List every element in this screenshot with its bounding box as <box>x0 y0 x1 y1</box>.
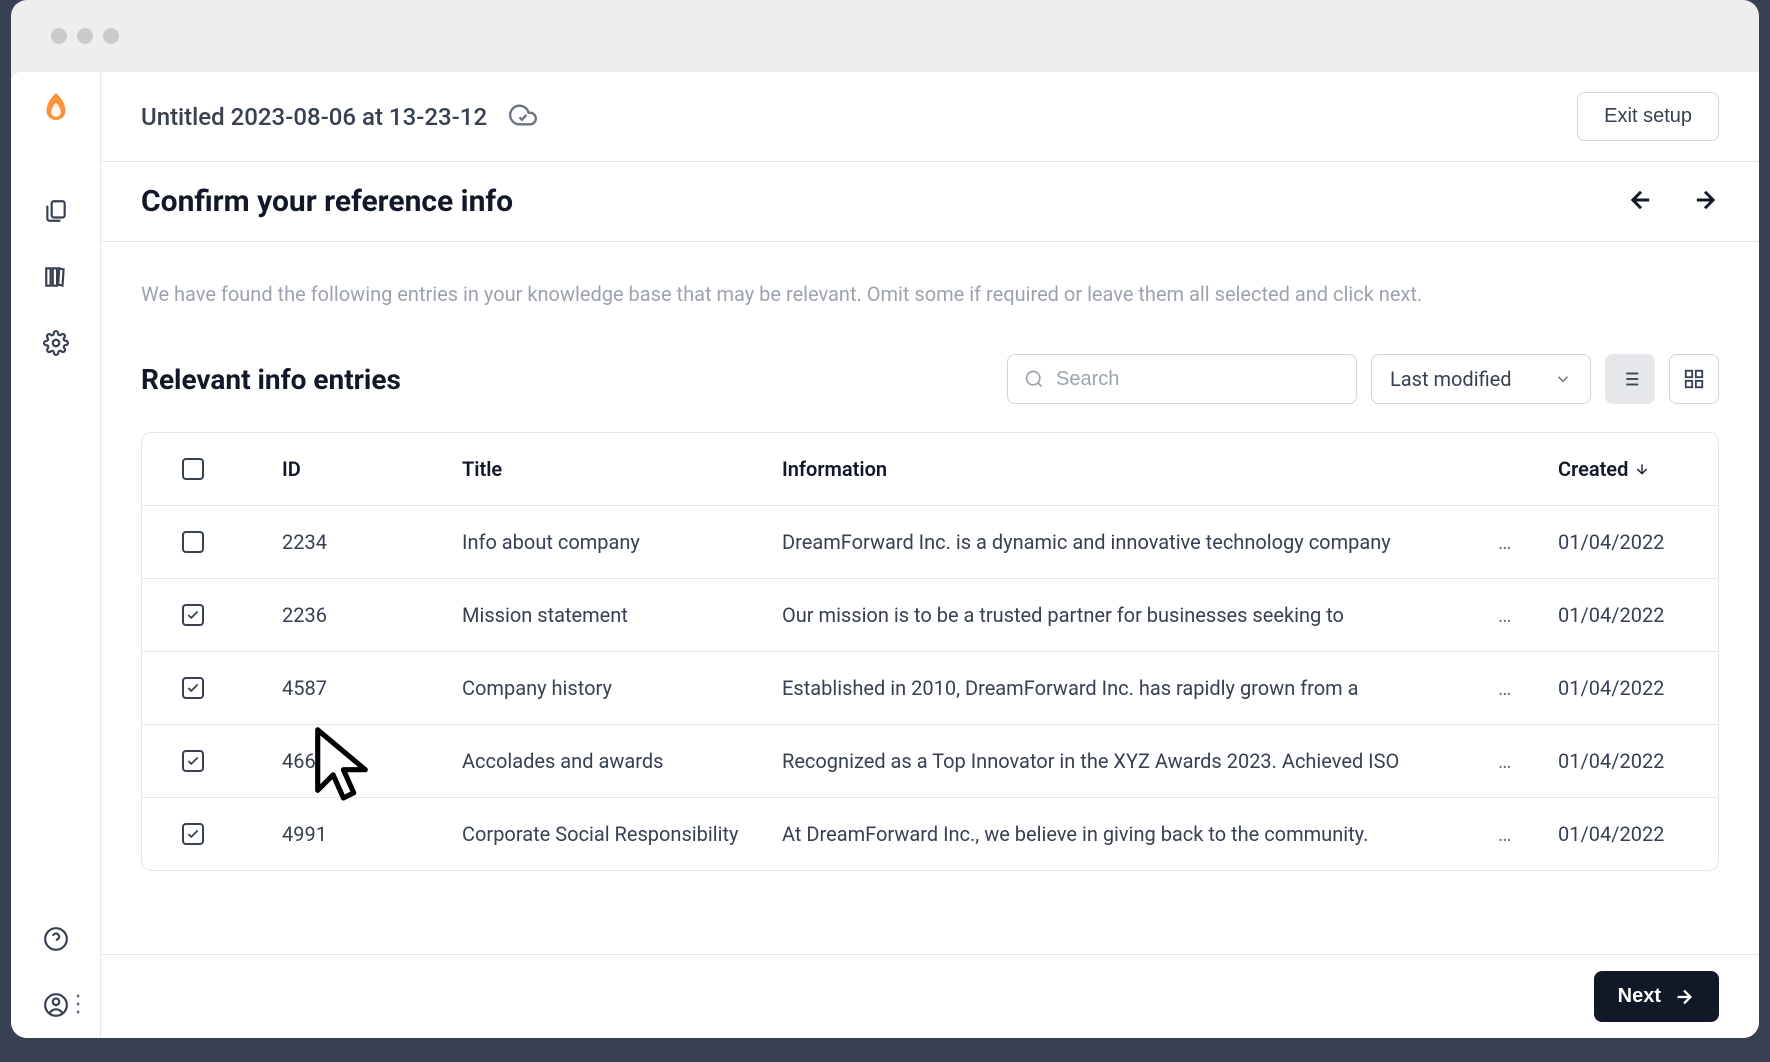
grid-view-button[interactable] <box>1669 354 1719 404</box>
sort-label: Last modified <box>1390 367 1512 391</box>
table-header: ID Title Information Created <box>142 433 1718 506</box>
sort-desc-icon <box>1634 461 1650 477</box>
cell-id: 4668 <box>282 749 462 773</box>
cell-id: 4991 <box>282 822 462 846</box>
cell-created: 01/04/2022 <box>1558 676 1718 700</box>
section-title: Confirm your reference info <box>141 184 513 219</box>
sidebar-item-documents[interactable] <box>43 198 69 224</box>
table-row[interactable]: 2236 Mission statement Our mission is to… <box>142 579 1718 652</box>
list-icon <box>1619 368 1641 390</box>
cell-information: Established in 2010, DreamForward Inc. h… <box>782 676 1498 700</box>
col-title[interactable]: Title <box>462 457 782 481</box>
row-checkbox[interactable] <box>182 677 204 699</box>
cell-created: 01/04/2022 <box>1558 749 1718 773</box>
next-button[interactable]: Next <box>1594 971 1719 1022</box>
app-logo <box>37 90 75 128</box>
row-more-button[interactable]: … <box>1498 822 1558 846</box>
window-close-dot[interactable] <box>51 28 67 44</box>
topbar: Untitled 2023-08-06 at 13-23-12 Exit set… <box>101 72 1759 162</box>
grid-icon <box>1683 368 1705 390</box>
cell-information: At DreamForward Inc., we believe in givi… <box>782 822 1498 846</box>
cell-information: Recognized as a Top Innovator in the XYZ… <box>782 749 1498 773</box>
cell-title: Corporate Social Responsibility <box>462 822 782 846</box>
cell-title: Mission statement <box>462 603 782 627</box>
window-titlebar <box>11 0 1759 72</box>
cell-title: Info about company <box>462 530 782 554</box>
entries-table: ID Title Information Created 2234 Info a… <box>141 432 1719 871</box>
list-view-button[interactable] <box>1605 354 1655 404</box>
cell-id: 2234 <box>282 530 462 554</box>
sidebar: ••• <box>11 72 101 1038</box>
cell-id: 2236 <box>282 603 462 627</box>
sidebar-item-help[interactable] <box>43 926 69 952</box>
main-content: Untitled 2023-08-06 at 13-23-12 Exit set… <box>101 72 1759 1038</box>
cell-information: DreamForward Inc. is a dynamic and innov… <box>782 530 1498 554</box>
sort-select[interactable]: Last modified <box>1371 354 1591 404</box>
row-more-button[interactable]: … <box>1498 603 1558 627</box>
cell-title: Company history <box>462 676 782 700</box>
account-menu-dots-icon: ••• <box>76 995 81 1015</box>
window-maximize-dot[interactable] <box>103 28 119 44</box>
cell-created: 01/04/2022 <box>1558 603 1718 627</box>
row-checkbox[interactable] <box>182 823 204 845</box>
row-more-button[interactable]: … <box>1498 749 1558 773</box>
row-more-button[interactable]: … <box>1498 676 1558 700</box>
cloud-sync-icon <box>509 101 537 133</box>
section-description: We have found the following entries in y… <box>141 282 1719 306</box>
arrow-right-icon <box>1673 986 1695 1008</box>
list-title: Relevant info entries <box>141 363 401 396</box>
table-row[interactable]: 2234 Info about company DreamForward Inc… <box>142 506 1718 579</box>
footer: Next <box>101 954 1759 1038</box>
window-minimize-dot[interactable] <box>77 28 93 44</box>
nav-back-button[interactable] <box>1627 186 1655 218</box>
table-row[interactable]: 4668 Accolades and awards Recognized as … <box>142 725 1718 798</box>
next-label: Next <box>1618 985 1661 1008</box>
document-title[interactable]: Untitled 2023-08-06 at 13-23-12 <box>141 103 487 131</box>
search-input[interactable] <box>1056 368 1340 391</box>
row-checkbox[interactable] <box>182 750 204 772</box>
cell-created: 01/04/2022 <box>1558 822 1718 846</box>
sidebar-item-library[interactable] <box>43 264 69 290</box>
section-header: Confirm your reference info <box>101 162 1759 242</box>
col-information[interactable]: Information <box>782 457 1498 481</box>
table-row[interactable]: 4587 Company history Established in 2010… <box>142 652 1718 725</box>
cell-title: Accolades and awards <box>462 749 782 773</box>
col-id[interactable]: ID <box>282 457 462 481</box>
cell-created: 01/04/2022 <box>1558 530 1718 554</box>
nav-forward-button[interactable] <box>1691 186 1719 218</box>
search-box[interactable] <box>1007 354 1357 404</box>
col-created[interactable]: Created <box>1558 457 1718 481</box>
sidebar-item-account[interactable]: ••• <box>43 992 69 1018</box>
cell-information: Our mission is to be a trusted partner f… <box>782 603 1498 627</box>
search-icon <box>1024 369 1044 389</box>
sidebar-item-settings[interactable] <box>43 330 69 356</box>
select-all-checkbox[interactable] <box>182 458 204 480</box>
cell-id: 4587 <box>282 676 462 700</box>
table-row[interactable]: 4991 Corporate Social Responsibility At … <box>142 798 1718 870</box>
row-more-button[interactable]: … <box>1498 530 1558 554</box>
chevron-down-icon <box>1554 370 1572 388</box>
row-checkbox[interactable] <box>182 531 204 553</box>
exit-setup-button[interactable]: Exit setup <box>1577 92 1719 141</box>
row-checkbox[interactable] <box>182 604 204 626</box>
